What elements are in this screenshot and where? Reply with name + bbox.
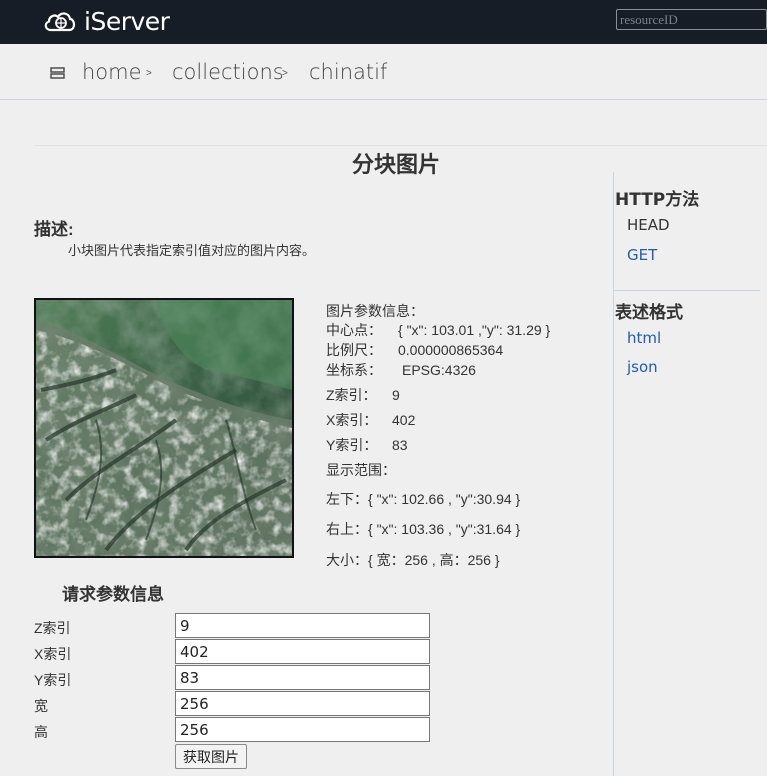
info-upper-right: 右上：{ "x": 103.36 , "y":31.64 } — [326, 521, 521, 537]
info-y-row: Y索引： 83 — [326, 435, 408, 455]
divider — [34, 145, 767, 146]
info-x-row: X索引： 402 — [326, 410, 415, 430]
info-y-label: Y索引： — [326, 437, 378, 453]
breadcrumb-collections-link[interactable]: collections — [172, 60, 284, 84]
tile-image — [34, 298, 294, 558]
info-center-label: 中心点： — [326, 322, 382, 338]
http-methods-heading: HTTP方法 — [615, 190, 700, 210]
sidebar-divider — [614, 290, 760, 291]
height-label: 高 — [34, 724, 48, 740]
info-extent-label: 显示范围： — [326, 462, 396, 478]
brand-name: iServer — [84, 6, 170, 36]
breadcrumb-separator: > — [282, 68, 288, 79]
brand-logo[interactable]: iServer — [42, 6, 170, 36]
get-image-button[interactable]: 获取图片 — [175, 744, 247, 769]
y-index-input[interactable] — [175, 665, 430, 690]
info-x-value: 402 — [392, 412, 416, 428]
info-y-value: 83 — [392, 437, 408, 453]
width-label: 宽 — [34, 698, 48, 714]
breadcrumb-home-link[interactable]: home — [82, 60, 142, 84]
request-params-heading: 请求参数信息 — [62, 585, 164, 604]
breadcrumb-current: chinatif — [309, 60, 388, 84]
info-scale-row: 比例尺： 0.000000865364 — [326, 340, 503, 360]
description-heading: 描述: — [34, 220, 74, 239]
formats-heading: 表述格式 — [615, 303, 683, 323]
z-index-label: Z索引 — [34, 620, 71, 636]
info-crs-row: 坐标系： EPSG:4326 — [326, 360, 476, 380]
format-json-link[interactable]: json — [627, 358, 658, 376]
info-z-row: Z索引： 9 — [326, 385, 400, 405]
info-lower-left: 左下：{ "x": 102.66 , "y":30.94 } — [326, 491, 521, 507]
info-x-label: X索引： — [326, 412, 378, 428]
info-scale-label: 比例尺： — [326, 342, 382, 358]
width-input[interactable] — [175, 691, 430, 716]
info-heading: 图片参数信息： — [326, 303, 424, 319]
cloud-logo-icon — [44, 12, 76, 32]
sidebar: HTTP方法 HEAD GET 表述格式 html json — [613, 172, 767, 776]
description-text: 小块图片代表指定索引值对应的图片内容。 — [68, 243, 316, 258]
height-input[interactable] — [175, 717, 430, 742]
info-center-row: 中心点： { "x": 103.01 ,"y": 31.29 } — [326, 320, 550, 340]
list-menu-icon[interactable] — [50, 67, 66, 80]
info-scale-value: 0.000000865364 — [398, 342, 504, 358]
method-head: HEAD — [627, 216, 670, 234]
info-size: 大小：{ 宽：256 , 高：256 } — [326, 552, 500, 568]
resource-id-search-input[interactable] — [616, 9, 767, 30]
info-z-value: 9 — [392, 387, 400, 403]
y-index-label: Y索引 — [34, 672, 72, 688]
info-crs-value: EPSG:4326 — [402, 362, 476, 378]
info-crs-label: 坐标系： — [326, 362, 382, 378]
x-index-label: X索引 — [34, 646, 72, 662]
x-index-input[interactable] — [175, 639, 430, 664]
top-navbar: iServer — [0, 0, 767, 44]
info-z-label: Z索引： — [326, 387, 377, 403]
info-center-value: { "x": 103.01 ,"y": 31.29 } — [398, 322, 551, 338]
breadcrumb: home > collections > chinatif — [0, 44, 767, 100]
method-get-link[interactable]: GET — [627, 246, 657, 264]
z-index-input[interactable] — [175, 613, 430, 638]
format-html-link[interactable]: html — [627, 329, 661, 347]
breadcrumb-separator: > — [146, 68, 152, 79]
